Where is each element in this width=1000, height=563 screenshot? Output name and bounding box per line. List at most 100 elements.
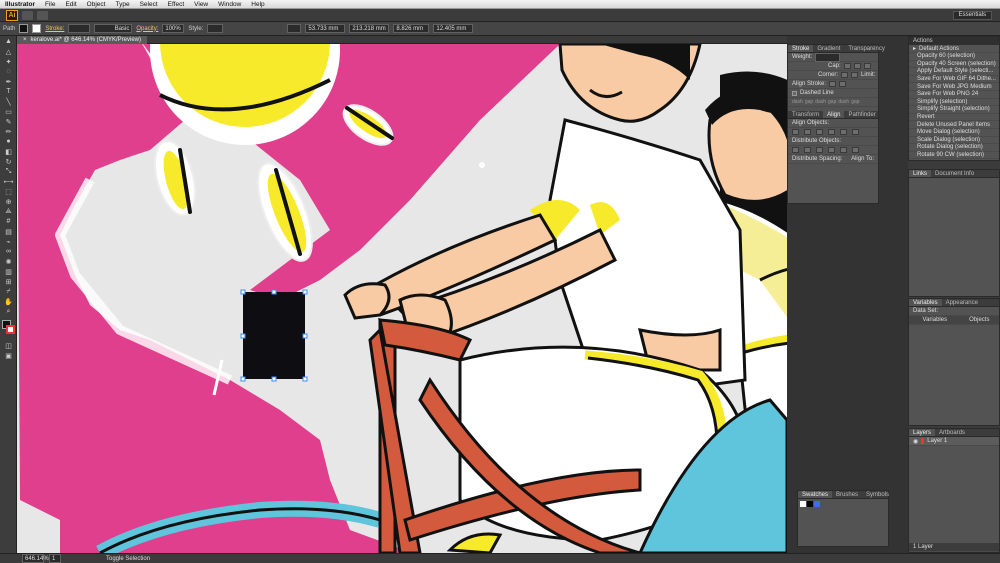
blue-swatch[interactable] [814, 501, 820, 507]
eyedropper-tool-icon[interactable]: ⌁ [2, 237, 15, 246]
action-item[interactable]: Opacity 40 Screen (selection) [909, 61, 999, 69]
direct-selection-tool-icon[interactable]: △ [2, 47, 15, 56]
paintbrush-tool-icon[interactable]: ✎ [2, 117, 15, 126]
align-center-stroke-icon[interactable] [829, 81, 837, 87]
align-top-icon[interactable] [828, 129, 835, 135]
round-join-icon[interactable] [851, 72, 859, 78]
pencil-tool-icon[interactable]: ✏ [2, 127, 15, 136]
menu-type[interactable]: Type [110, 1, 134, 8]
tab-document-info[interactable]: Document Info [931, 170, 978, 177]
selection-tool-icon[interactable]: ▲ [2, 37, 15, 46]
scale-tool-icon[interactable]: ⤡ [2, 167, 15, 176]
action-item[interactable]: Opacity 60 (selection) [909, 53, 999, 61]
align-inside-stroke-icon[interactable] [839, 81, 847, 87]
align-vcenter-icon[interactable] [840, 129, 847, 135]
action-item[interactable]: Revert [909, 114, 999, 122]
black-swatch[interactable] [807, 501, 813, 507]
shape-builder-tool-icon[interactable]: ⊕ [2, 197, 15, 206]
align-bottom-icon[interactable] [852, 129, 859, 135]
action-item[interactable]: Simplify (selection) [909, 99, 999, 107]
zoom-tool-icon[interactable]: ⌕ [2, 307, 15, 316]
brush-definition-dropdown[interactable]: Basic [94, 24, 133, 33]
butt-cap-icon[interactable] [843, 63, 851, 69]
style-dropdown[interactable] [207, 24, 224, 33]
tab-swatches[interactable]: Swatches [798, 491, 833, 498]
action-item[interactable]: Rotate 90 CW (selection) [909, 152, 999, 160]
action-item[interactable]: Save For Web GIF 64 Dithe... [909, 76, 999, 84]
artboard-number-field[interactable]: 1 [49, 554, 61, 563]
round-cap-icon[interactable] [853, 63, 861, 69]
layer-row[interactable]: ◉ Layer 1 [909, 437, 999, 446]
arrange-documents-button[interactable] [37, 10, 48, 20]
distribute-right-icon[interactable] [852, 147, 859, 153]
blend-tool-icon[interactable]: ∞ [2, 247, 15, 256]
column-graph-tool-icon[interactable]: ▥ [2, 267, 15, 276]
zoom-field[interactable]: 646.14% [22, 554, 49, 563]
slice-tool-icon[interactable]: ⌿ [2, 287, 15, 296]
action-item[interactable]: Scale Dialog (selection) [909, 137, 999, 145]
menu-help[interactable]: Help [246, 1, 269, 8]
blob-brush-tool-icon[interactable]: ● [2, 137, 15, 146]
eraser-tool-icon[interactable]: ◧ [2, 147, 15, 156]
close-icon[interactable]: × [23, 37, 27, 43]
y-field[interactable]: 213.218 mm [349, 24, 390, 33]
dashed-line-checkbox[interactable] [792, 90, 797, 96]
lasso-tool-icon[interactable]: ◌ [2, 67, 15, 76]
menu-file[interactable]: File [40, 1, 60, 8]
projecting-cap-icon[interactable] [863, 63, 871, 69]
tab-appearance[interactable]: Appearance [942, 299, 982, 306]
action-item[interactable]: Save For Web JPG Medium [909, 83, 999, 91]
artboard-tool-icon[interactable]: ⊞ [2, 277, 15, 286]
action-item[interactable]: Save For Web PNG 24 [909, 91, 999, 99]
perspective-grid-tool-icon[interactable]: ⟁ [2, 207, 15, 216]
menu-window[interactable]: Window [213, 1, 246, 8]
visibility-eye-icon[interactable]: ◉ [913, 438, 918, 445]
bridge-button[interactable] [22, 10, 33, 20]
stroke-weight-field[interactable] [68, 24, 91, 33]
tab-pathfinder[interactable]: Pathfinder [844, 111, 879, 118]
miter-join-icon[interactable] [841, 72, 849, 78]
distribute-vcenter-icon[interactable] [804, 147, 811, 153]
rotate-tool-icon[interactable]: ↻ [2, 157, 15, 166]
pen-tool-icon[interactable]: ✒ [2, 77, 15, 86]
weight-input[interactable] [815, 52, 841, 62]
distribute-left-icon[interactable] [828, 147, 835, 153]
menu-view[interactable]: View [189, 1, 213, 8]
tab-stroke[interactable]: Stroke [788, 45, 814, 52]
opacity-field[interactable]: 100% [162, 24, 185, 33]
align-left-icon[interactable] [792, 129, 799, 135]
reference-point-icon[interactable] [287, 24, 302, 33]
align-hcenter-icon[interactable] [804, 129, 811, 135]
tab-symbols[interactable]: Symbols [862, 491, 893, 498]
distribute-top-icon[interactable] [792, 147, 799, 153]
white-swatch[interactable] [800, 501, 806, 507]
action-item[interactable]: Simplify Straight (selection) [909, 106, 999, 114]
action-item[interactable]: Delete Unused Panel Items [909, 121, 999, 129]
width-tool-icon[interactable]: ⟷ [2, 177, 15, 186]
tab-gradient[interactable]: Gradient [813, 45, 844, 52]
workspace-switcher[interactable]: Essentials [952, 10, 992, 20]
magic-wand-tool-icon[interactable]: ✦ [2, 57, 15, 66]
free-transform-tool-icon[interactable]: ⬚ [2, 187, 15, 196]
status-text[interactable]: Toggle Selection [106, 556, 150, 562]
tab-transform[interactable]: Transform [788, 111, 823, 118]
screen-mode-icon[interactable]: ▣ [2, 351, 15, 360]
tab-brushes[interactable]: Brushes [832, 491, 862, 498]
draw-mode-icon[interactable]: ◫ [2, 341, 15, 350]
gradient-tool-icon[interactable]: ▤ [2, 227, 15, 236]
rectangle-tool-icon[interactable]: ▭ [2, 107, 15, 116]
type-tool-icon[interactable]: T [2, 87, 15, 96]
action-item[interactable]: Rotate Dialog (selection) [909, 144, 999, 152]
fill-swatch[interactable] [19, 24, 29, 33]
action-item[interactable]: Move Dialog (selection) [909, 129, 999, 137]
x-field[interactable]: 53.733 mm [305, 24, 346, 33]
fill-stroke-widget[interactable] [0, 320, 16, 340]
menu-effect[interactable]: Effect [163, 1, 190, 8]
app-name-menu[interactable]: Illustrator [0, 1, 40, 8]
opacity-link[interactable]: Opacity: [136, 26, 158, 32]
hand-tool-icon[interactable]: ✋ [2, 297, 15, 306]
stroke-color-icon[interactable] [6, 325, 15, 334]
height-field[interactable]: 12.405 mm [433, 24, 474, 33]
tab-layers[interactable]: Layers [909, 429, 936, 436]
width-field[interactable]: 8.826 mm [393, 24, 430, 33]
